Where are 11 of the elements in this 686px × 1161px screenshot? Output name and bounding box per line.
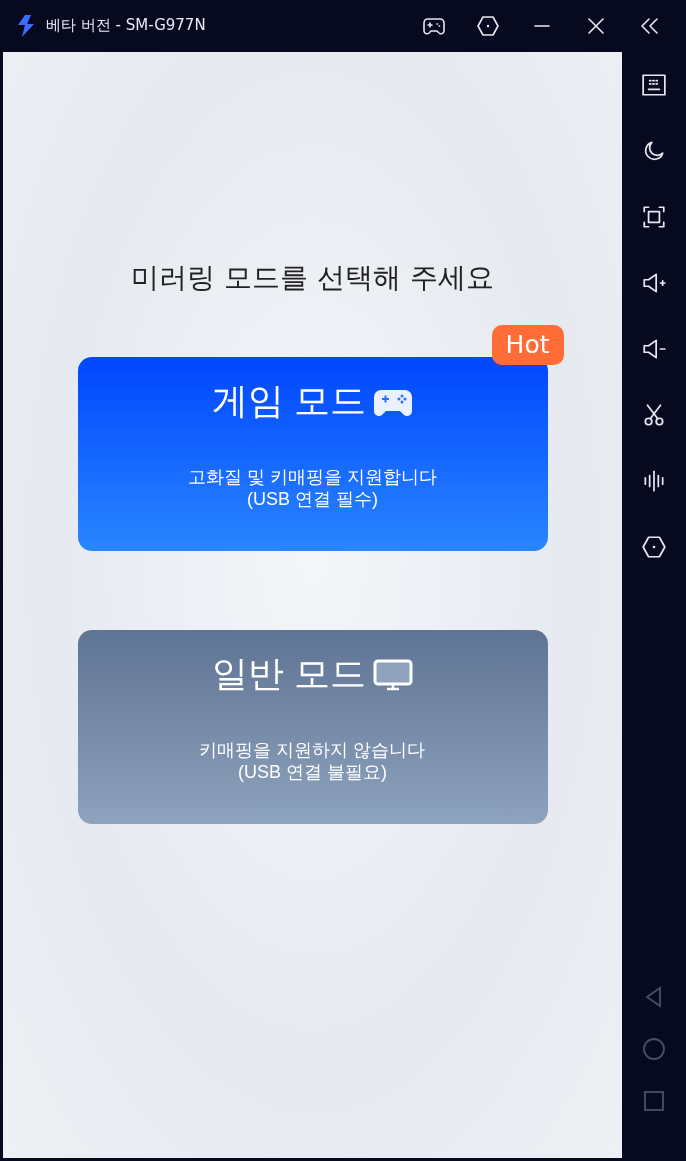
mode-description: 키매핑을 지원하지 않습니다 (USB 연결 불필요) [199, 739, 426, 783]
mode-card[interactable]: 게임 모드 고화질 및 키매핑을 지원합니다 (USB 연결 필수) [77, 357, 548, 551]
heading: 미러링 모드를 선택해 주세요 [131, 260, 494, 296]
mode-title: 일반 모드 [212, 652, 367, 696]
monitor-icon [372, 658, 413, 691]
hot-badge: Hot [491, 325, 564, 365]
mode-card[interactable]: 일반 모드 키매핑을 지원하지 않습니다 (USB 연결 불필요) [77, 630, 548, 824]
mode-description: 고화질 및 키매핑을 지원합니다 (USB 연결 필수) [188, 466, 437, 510]
mode-title: 게임 모드 [212, 379, 367, 423]
window-title: 베타 버전 - SM-G977N [46, 16, 207, 35]
lightning-logo-icon [16, 13, 36, 38]
